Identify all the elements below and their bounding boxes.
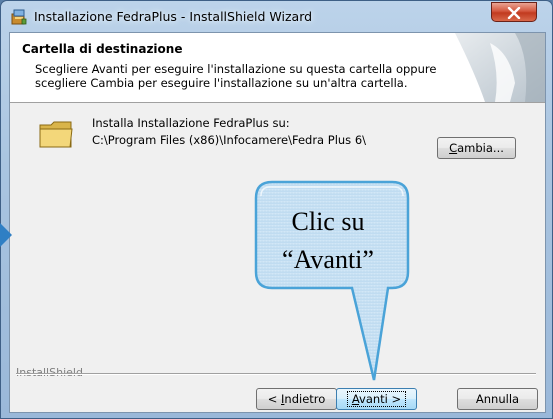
callout-line1: Clic su — [291, 207, 365, 236]
callout-line2: “Avanti” — [282, 245, 374, 274]
callout-text: Clic su “Avanti” — [255, 203, 401, 279]
